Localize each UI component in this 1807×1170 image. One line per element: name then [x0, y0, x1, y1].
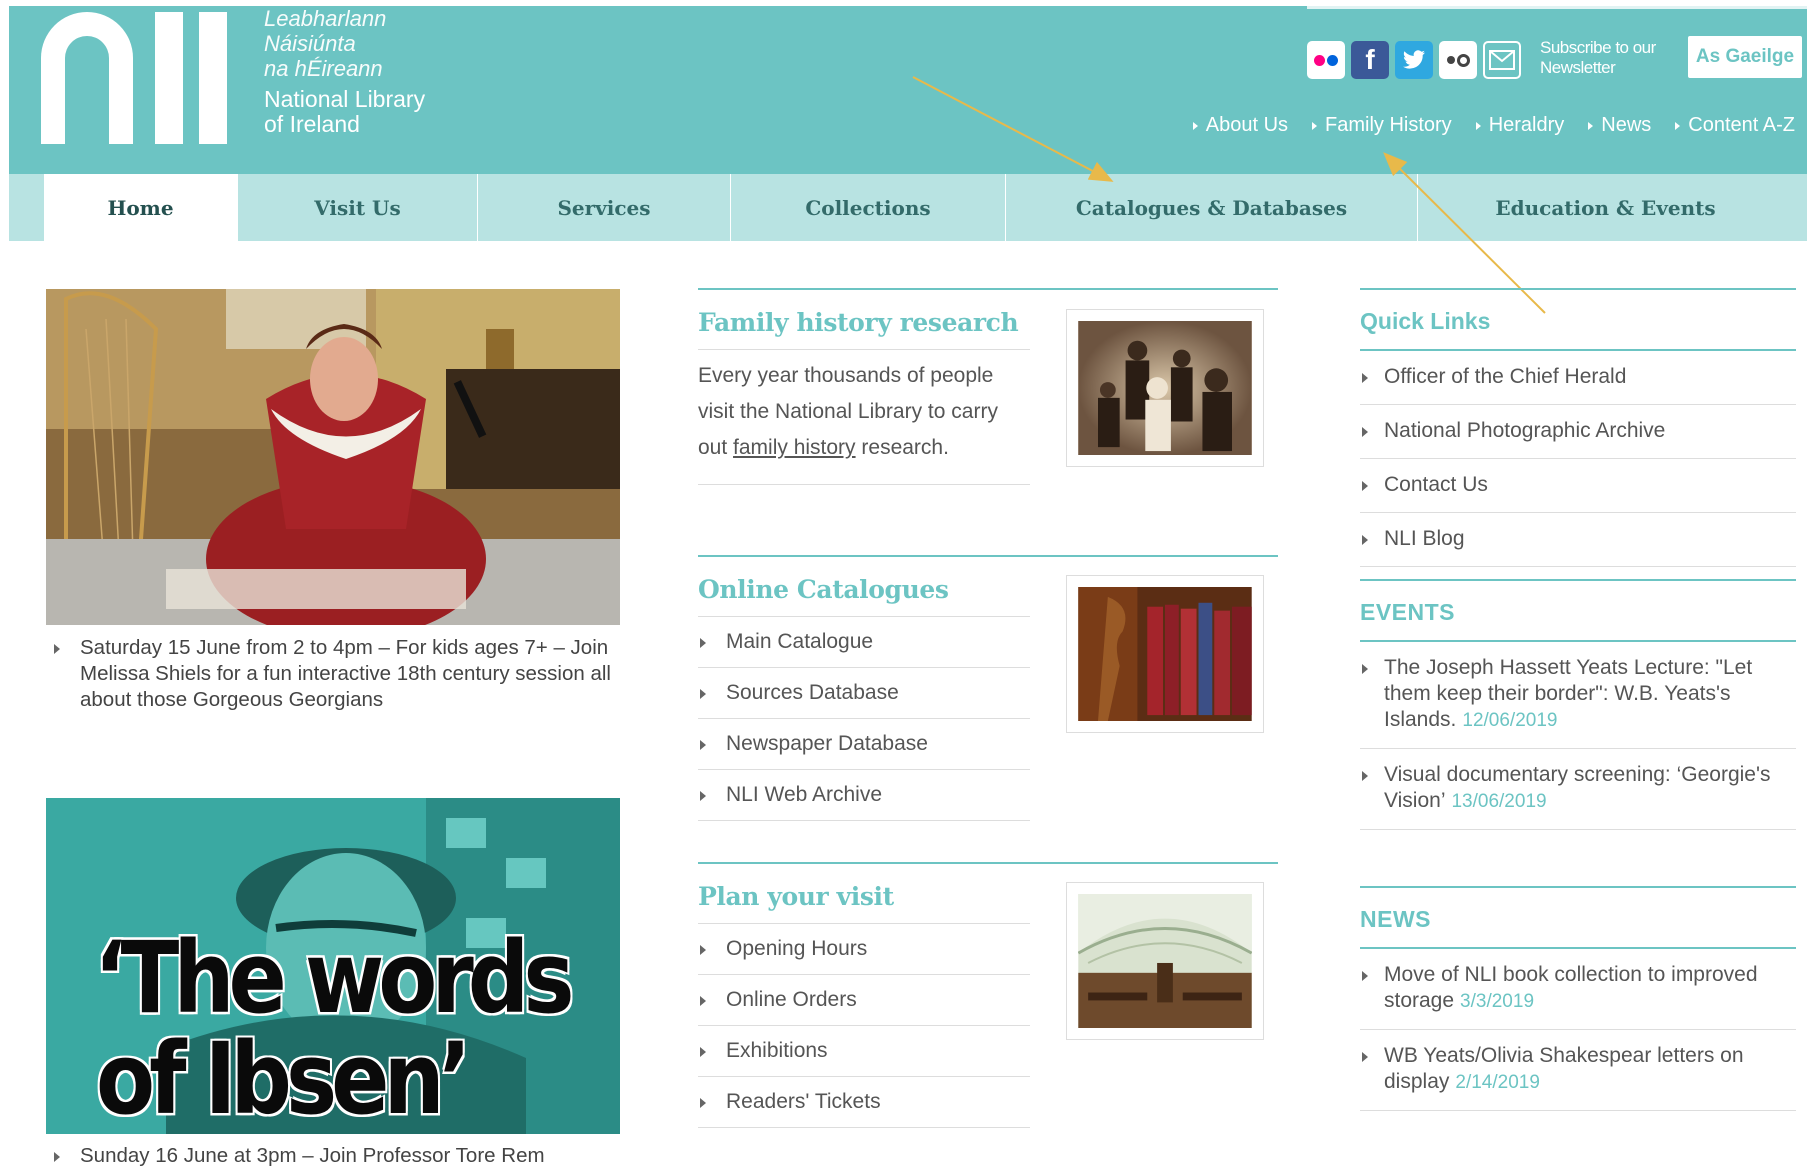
util-nav-news[interactable]: News: [1588, 114, 1651, 137]
util-nav-family-history[interactable]: Family History: [1312, 114, 1452, 137]
news-date: 2/14/2019: [1455, 1072, 1540, 1093]
quick-links-title: Quick Links: [1360, 290, 1796, 351]
news-item[interactable]: Move of NLI book collection to improved …: [1360, 949, 1796, 1030]
family-history-block: Family history research Every year thous…: [698, 288, 1278, 485]
poster-title-line: ‘The words: [94, 921, 575, 1037]
family-history-text-end: research.: [855, 436, 949, 459]
list-item[interactable]: NLI Web Archive: [698, 770, 1030, 821]
tab-services[interactable]: Services: [478, 174, 731, 241]
logo-irish-line: Leabharlann: [264, 6, 387, 31]
tab-education-events[interactable]: Education & Events: [1418, 174, 1793, 241]
utility-nav: About Us Family History Heraldry News Co…: [1169, 114, 1795, 137]
as-gaeilge-button[interactable]: As Gaeilge: [1688, 36, 1802, 78]
family-photo-image: [1078, 321, 1252, 455]
list-item[interactable]: NLI Blog: [1360, 513, 1796, 567]
family-history-link[interactable]: family history: [733, 436, 856, 459]
tab-catalogues-databases[interactable]: Catalogues & Databases: [1006, 174, 1418, 241]
social-icons: f: [1307, 40, 1521, 80]
list-item[interactable]: Main Catalogue: [698, 617, 1030, 668]
feature-image-georgian[interactable]: [46, 289, 620, 625]
reading-room-image: [1078, 894, 1252, 1028]
subscribe-line: Subscribe to our: [1540, 38, 1656, 57]
plan-visit-title[interactable]: Plan your visit: [698, 864, 1030, 924]
plan-visit-block: Plan your visit Opening Hours Online Ord…: [698, 862, 1278, 1128]
news-title[interactable]: NEWS: [1360, 888, 1796, 949]
logo-english-line: National Library: [264, 86, 426, 112]
reading-room-thumbnail[interactable]: [1066, 882, 1264, 1040]
twitter-icon[interactable]: [1395, 41, 1433, 79]
util-nav-content-az[interactable]: Content A-Z: [1675, 114, 1795, 137]
mail-icon[interactable]: [1483, 41, 1521, 79]
event-date: 12/06/2019: [1462, 710, 1558, 731]
online-catalogues-title[interactable]: Online Catalogues: [698, 557, 1030, 617]
online-catalogues-block: Online Catalogues Main Catalogue Sources…: [698, 555, 1278, 821]
tab-collections[interactable]: Collections: [731, 174, 1006, 241]
feature-image-ibsen[interactable]: ‘The words of Ibsen’: [46, 798, 620, 1134]
logo-irish-line: Náisiúnta: [264, 31, 356, 56]
quick-links-block: Quick Links Officer of the Chief Herald …: [1360, 288, 1796, 567]
subscribe-newsletter-link[interactable]: Subscribe to our Newsletter: [1540, 38, 1656, 78]
logo-text[interactable]: Leabharlann Náisiúnta na hÉireann Nation…: [264, 6, 425, 137]
feature-caption-ibsen[interactable]: Sunday 16 June at 3pm – Join Professor T…: [52, 1143, 620, 1169]
list-item[interactable]: Exhibitions: [698, 1026, 1030, 1077]
family-history-text: Every year thousands of people visit the…: [698, 350, 1030, 485]
util-nav-heraldry[interactable]: Heraldry: [1476, 114, 1565, 137]
poster-title-line: of Ibsen’: [96, 1022, 471, 1134]
event-item[interactable]: Visual documentary screening: ‘Georgie's…: [1360, 749, 1796, 830]
event-text: The Joseph Hassett Yeats Lecture: "Let t…: [1384, 656, 1753, 731]
logo-irish-line: na hÉireann: [264, 56, 383, 81]
news-text: Move of NLI book collection to improved …: [1384, 963, 1758, 1012]
list-item[interactable]: Sources Database: [698, 668, 1030, 719]
family-photo-thumbnail[interactable]: [1066, 309, 1264, 467]
news-item[interactable]: WB Yeats/Olivia Shakespear letters on di…: [1360, 1030, 1796, 1111]
event-text: Visual documentary screening: ‘Georgie's…: [1384, 763, 1771, 812]
logo-english-line: of Ireland: [264, 111, 360, 137]
util-nav-about-us[interactable]: About Us: [1193, 114, 1288, 137]
news-text: WB Yeats/Olivia Shakespear letters on di…: [1384, 1044, 1744, 1093]
list-item[interactable]: Opening Hours: [698, 924, 1030, 975]
bookshelf-image: [1078, 587, 1252, 721]
nli-logo[interactable]: [41, 12, 241, 144]
catalogue-thumbnail[interactable]: [1066, 575, 1264, 733]
tab-visit-us[interactable]: Visit Us: [238, 174, 478, 241]
list-item[interactable]: Readers' Tickets: [698, 1077, 1030, 1128]
list-item[interactable]: National Photographic Archive: [1360, 405, 1796, 459]
flickr-icon[interactable]: [1307, 41, 1345, 79]
main-nav: Home Visit Us Services Collections Catal…: [9, 174, 1807, 241]
list-item[interactable]: Online Orders: [698, 975, 1030, 1026]
list-item[interactable]: Contact Us: [1360, 459, 1796, 513]
event-date: 13/06/2019: [1451, 791, 1547, 812]
subscribe-line: Newsletter: [1540, 58, 1616, 77]
tab-home[interactable]: Home: [44, 174, 238, 241]
flickr-alt-icon[interactable]: [1439, 41, 1477, 79]
news-block: NEWS Move of NLI book collection to impr…: [1360, 886, 1796, 1111]
list-item[interactable]: Officer of the Chief Herald: [1360, 351, 1796, 405]
list-item[interactable]: Newspaper Database: [698, 719, 1030, 770]
facebook-icon[interactable]: f: [1351, 41, 1389, 79]
header-top-line: [1307, 6, 1807, 9]
events-block: EVENTS The Joseph Hassett Yeats Lecture:…: [1360, 579, 1796, 830]
feature-caption-georgian[interactable]: Saturday 15 June from 2 to 4pm – For kid…: [52, 635, 620, 713]
events-title[interactable]: EVENTS: [1360, 581, 1796, 642]
site-header: Leabharlann Náisiúnta na hÉireann Nation…: [9, 6, 1807, 174]
event-item[interactable]: The Joseph Hassett Yeats Lecture: "Let t…: [1360, 642, 1796, 749]
news-date: 3/3/2019: [1460, 991, 1535, 1012]
family-history-title[interactable]: Family history research: [698, 290, 1030, 350]
georgian-lady-image: [46, 289, 620, 625]
